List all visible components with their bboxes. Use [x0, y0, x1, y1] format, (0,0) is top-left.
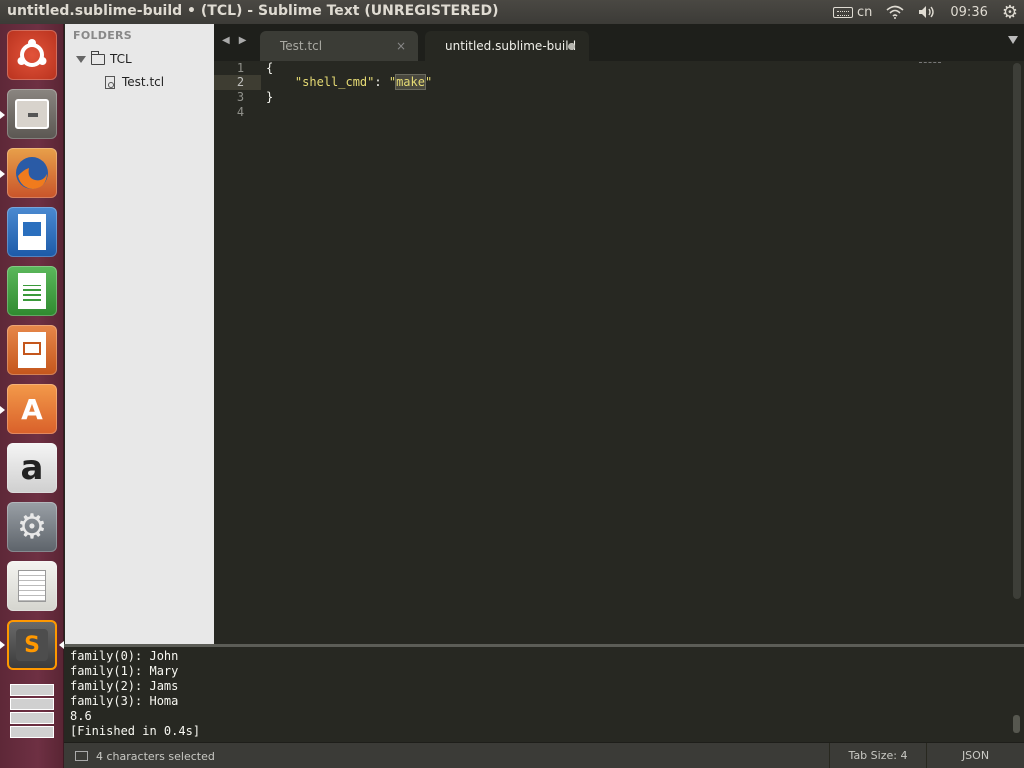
workspace-switcher-icon[interactable] [7, 677, 57, 745]
code-text: } [266, 90, 274, 104]
tab-untitled-sublime-build[interactable]: untitled.sublime-build [425, 31, 589, 61]
output-line: 8.6 [70, 709, 92, 723]
tab-prev-icon[interactable]: ◀ [222, 35, 230, 46]
tab-bar: ◀ ▶ Test.tcl × untitled.sublime-build [214, 24, 1024, 61]
network-indicator[interactable] [886, 5, 904, 19]
running-indicator [0, 641, 5, 649]
running-indicator [0, 170, 5, 178]
calc-icon[interactable] [7, 266, 57, 316]
system-settings-icon[interactable]: ⚙ [7, 502, 57, 552]
tab-next-icon[interactable]: ▶ [239, 35, 247, 46]
folder-tcl[interactable]: TCL [76, 50, 132, 66]
sidebar-header: FOLDERS [73, 29, 133, 42]
code-line[interactable]: } [266, 90, 273, 105]
code-text: { [266, 61, 274, 75]
output-line: family(2): Jams [70, 679, 179, 693]
files-icon[interactable] [7, 89, 57, 139]
keyboard-icon [833, 6, 853, 18]
sound-indicator[interactable] [918, 5, 936, 19]
output-line: family(0): John [70, 649, 179, 663]
panel-toggle-icon[interactable] [75, 751, 88, 761]
build-output-panel: family(0): John family(1): Mary family(2… [64, 644, 1024, 740]
volume-icon [919, 6, 935, 18]
code-line[interactable]: "shell_cmd": "make" [266, 74, 433, 90]
folder-icon [91, 50, 105, 65]
impress-icon[interactable] [7, 325, 57, 375]
session-gear-icon[interactable]: ⚙ [1002, 2, 1018, 23]
wifi-icon [886, 5, 904, 19]
output-line: family(3): Homa [70, 694, 179, 708]
code-string: " [424, 75, 433, 89]
status-bar: 4 characters selected Tab Size: 4 JSON [64, 742, 1024, 768]
tab-test-tcl[interactable]: Test.tcl × [260, 31, 418, 61]
tab-size-selector[interactable]: Tab Size: 4 [829, 743, 926, 768]
top-panel: untitled.sublime-build • (TCL) - Sublime… [0, 0, 1024, 24]
folder-label: TCL [110, 52, 132, 66]
output-line: [Finished in 0.4s] [70, 724, 201, 738]
output-line: family(1): Mary [70, 664, 179, 678]
code-line[interactable]: { [266, 61, 273, 76]
text-editor-icon[interactable] [7, 561, 57, 611]
syntax-selector[interactable]: JSON [926, 743, 1024, 768]
window-title: untitled.sublime-build • (TCL) - Sublime… [7, 3, 499, 19]
clock[interactable]: 09:36 [950, 5, 987, 20]
code-text: : [374, 75, 389, 89]
code-string: " [388, 75, 397, 89]
output-scrollbar[interactable] [1013, 715, 1020, 733]
file-label: Test.tcl [122, 75, 165, 89]
running-indicator [0, 111, 5, 119]
software-center-icon[interactable]: A [7, 384, 57, 434]
writer-icon[interactable] [7, 207, 57, 257]
indicator-area: cn 09:36 ⚙ [833, 0, 1024, 24]
tab-list-dropdown-icon[interactable] [1008, 36, 1018, 44]
minimap[interactable] [919, 62, 941, 64]
selected-text: make [395, 74, 426, 90]
selection-status: 4 characters selected [96, 750, 215, 763]
folder-sidebar: FOLDERS TCL Test.tcl [65, 24, 214, 644]
keyboard-indicator[interactable]: cn [833, 5, 872, 20]
editor-scrollbar[interactable] [1013, 63, 1021, 599]
expand-arrow-icon[interactable] [76, 55, 86, 63]
tab-close-icon[interactable]: × [396, 39, 406, 53]
modified-dot-icon[interactable] [568, 43, 575, 50]
tab-label: untitled.sublime-build [445, 39, 577, 53]
code-string: "shell_cmd" [294, 75, 375, 89]
sublime-text-icon[interactable]: S [7, 620, 57, 670]
keyboard-layout: cn [857, 4, 873, 20]
firefox-icon[interactable] [7, 148, 57, 198]
file-test-tcl[interactable]: Test.tcl [105, 75, 164, 89]
line-number: 4 [236, 105, 245, 119]
launcher: A a ⚙ S [0, 24, 64, 768]
code-editor[interactable]: 1 2 3 4 { "shell_cmd": "make" } [214, 61, 1024, 644]
line-number: 2 [214, 75, 261, 90]
tab-nav: ◀ ▶ [222, 35, 246, 46]
line-number: 1 [236, 61, 245, 75]
tab-label: Test.tcl [280, 39, 323, 53]
ubuntu-dash-icon[interactable] [7, 30, 57, 80]
file-icon [105, 75, 115, 89]
amazon-icon[interactable]: a [7, 443, 57, 493]
line-number: 3 [236, 90, 245, 104]
running-indicator [0, 406, 5, 414]
